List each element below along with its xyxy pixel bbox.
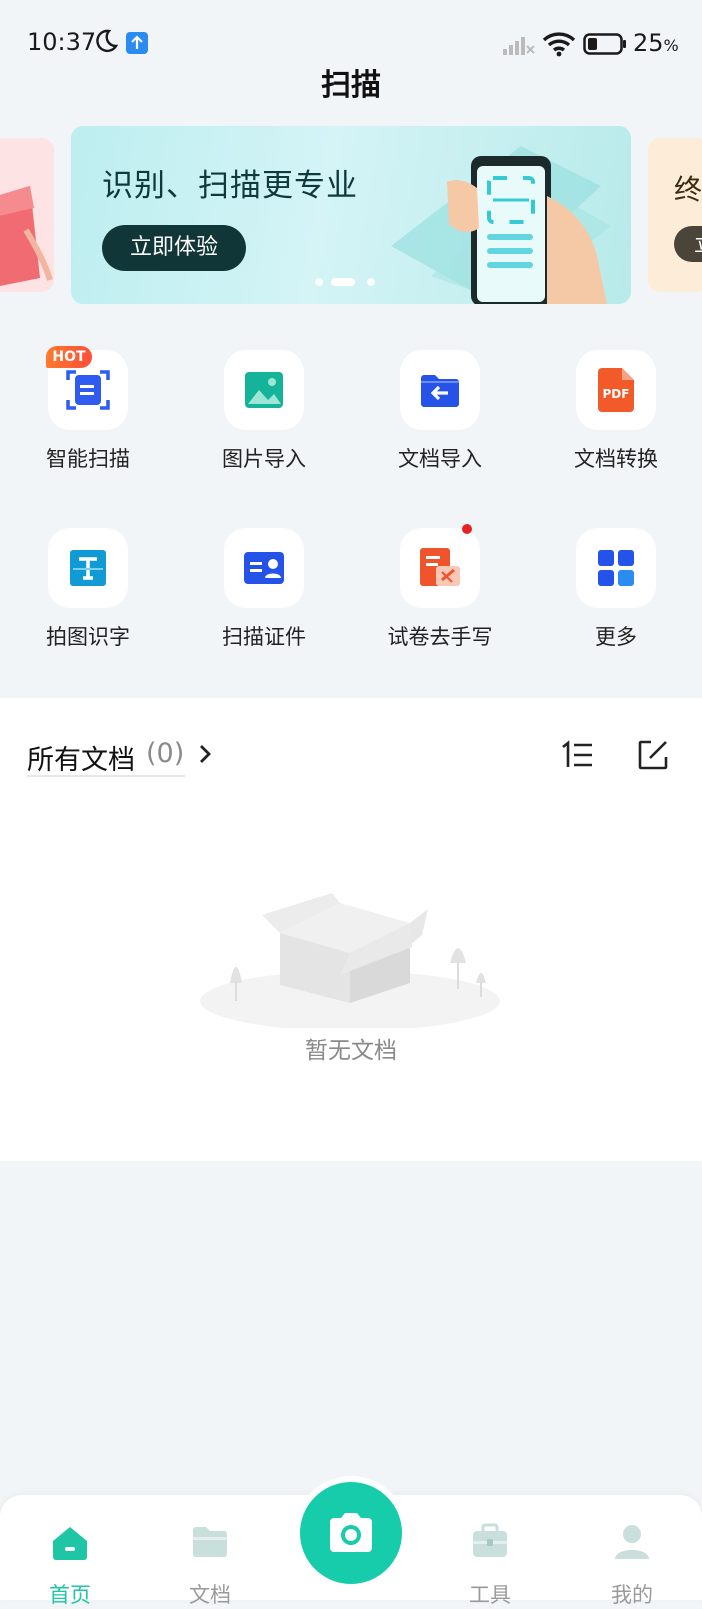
documents-title-underline: [27, 775, 185, 777]
id-card-scan-icon-box: [224, 528, 304, 608]
carousel-card-next[interactable]: 终 立: [648, 138, 702, 292]
hot-badge: HOT: [46, 346, 92, 368]
gift-box-illustration: [0, 186, 53, 286]
feature-label: 扫描证件: [222, 625, 306, 649]
empty-state-text: 暂无文档: [305, 1038, 397, 1064]
camera-scan-button[interactable]: [300, 1482, 402, 1584]
feature-label: 图片导入: [222, 447, 306, 471]
battery-icon: [583, 33, 626, 55]
id-card-scan-icon: [244, 552, 284, 584]
carousel-dot: [315, 278, 323, 286]
nav-tools[interactable]: 工具: [440, 1509, 540, 1607]
folder-icon: [193, 1527, 227, 1557]
banner-title: 识别、扫描更专业: [102, 168, 358, 204]
more-grid-icon-box: [576, 528, 656, 608]
nav-label: 首页: [49, 1583, 91, 1607]
feature-remove-handwriting[interactable]: 试卷去手写: [362, 524, 522, 678]
feature-label: 文档导入: [398, 447, 482, 471]
document-import-icon-box: [400, 350, 480, 430]
nav-home[interactable]: 首页: [20, 1509, 120, 1607]
feature-text-recognition[interactable]: 拍图识字: [10, 528, 170, 678]
do-not-disturb-moon-icon: [96, 29, 118, 53]
pdf-convert-icon-box: PDF: [576, 350, 656, 430]
carousel-dot: [367, 278, 375, 286]
documents-count: (0): [146, 738, 185, 769]
feature-more[interactable]: 更多: [538, 528, 698, 678]
feature-label: 试卷去手写: [387, 625, 493, 649]
battery-percentage: 25%: [633, 29, 679, 57]
next-card-title: 终: [674, 173, 702, 206]
signal-icon: [503, 37, 535, 55]
carousel-card-previous[interactable]: [0, 138, 54, 292]
image-import-icon-box: [224, 350, 304, 430]
feature-image-import[interactable]: 图片导入: [186, 350, 346, 500]
feature-smart-scan[interactable]: HOT 智能扫描: [10, 346, 170, 500]
text-recognition-icon-box: [48, 528, 128, 608]
try-now-button[interactable]: 立即体验: [102, 225, 246, 271]
feature-label: 拍图识字: [46, 625, 130, 649]
empty-box-illustration: [200, 893, 500, 1028]
toolbox-icon: [473, 1523, 507, 1557]
feature-label: 智能扫描: [46, 447, 130, 471]
nav-label: 我的: [611, 1583, 653, 1607]
documents-title[interactable]: 所有文档: [27, 738, 135, 777]
image-import-icon: [245, 372, 283, 408]
more-grid-icon: [598, 550, 634, 586]
feature-label: 更多: [595, 625, 637, 649]
phone-scan-illustration: [391, 146, 611, 304]
feature-id-scan[interactable]: 扫描证件: [186, 528, 346, 678]
nav-profile[interactable]: 我的: [582, 1509, 682, 1607]
notification-dot: [462, 524, 472, 534]
camera-icon: [330, 1513, 372, 1552]
chevron-right-icon[interactable]: [193, 742, 217, 766]
upload-notification-icon: [126, 32, 148, 54]
feature-label: 文档转换: [574, 447, 658, 471]
home-icon: [53, 1527, 87, 1560]
text-recognition-icon: [70, 550, 106, 586]
carousel-dot-active: [331, 278, 355, 286]
pdf-convert-icon: PDF: [598, 368, 634, 412]
nav-label: 工具: [469, 1583, 511, 1607]
remove-handwriting-icon: [420, 548, 460, 586]
nav-label: 文档: [189, 1583, 231, 1607]
documents-panel: 所有文档 (0) 暂无文档: [0, 698, 702, 1161]
document-import-icon: [421, 375, 459, 407]
sort-list-icon[interactable]: [560, 739, 594, 771]
remove-handwriting-icon-box: [400, 528, 480, 608]
feature-document-import[interactable]: 文档导入: [362, 350, 522, 500]
nav-documents[interactable]: 文档: [160, 1509, 260, 1607]
smart-scan-icon: [66, 370, 110, 410]
edit-icon[interactable]: [637, 739, 669, 771]
feature-document-convert[interactable]: PDF 文档转换: [538, 350, 698, 500]
svg-text:PDF: PDF: [603, 387, 630, 401]
next-card-button[interactable]: 立: [674, 226, 702, 262]
promo-banner[interactable]: 识别、扫描更专业 立即体验: [71, 126, 631, 304]
wifi-icon: [542, 32, 576, 57]
profile-icon: [615, 1525, 649, 1559]
status-time: 10:37: [27, 28, 97, 56]
page-title: 扫描: [321, 68, 381, 103]
